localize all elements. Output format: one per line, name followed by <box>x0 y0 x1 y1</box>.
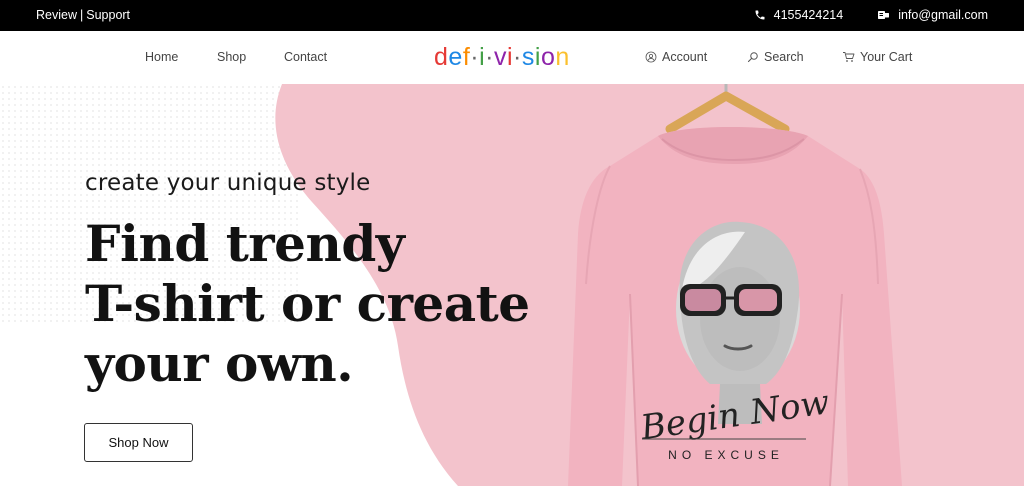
contact-info: 4155424214 info@gmail.com <box>754 8 988 22</box>
phone-icon <box>755 10 765 20</box>
logo-letter: · <box>513 43 522 71</box>
hero-tagline: create your unique style <box>85 170 371 196</box>
hero-section: create your unique style Find trendy T-s… <box>0 84 1024 486</box>
top-links: Review | Support <box>36 8 130 22</box>
phone-contact[interactable]: 4155424214 <box>754 8 844 22</box>
headline-line-2: T-shirt or create <box>85 274 530 333</box>
sweatshirt-product-image: Begin Now NO EXCUSE <box>568 84 902 486</box>
nav-search-label: Search <box>764 50 804 64</box>
nav-contact[interactable]: Contact <box>284 50 327 64</box>
nav-search[interactable]: Search <box>747 50 804 64</box>
logo-letter: · <box>470 43 480 71</box>
headline-line-1: Find trendy <box>85 214 405 273</box>
logo-letter: n <box>555 43 570 71</box>
logo-letter: f <box>462 43 471 71</box>
logo-letter: s <box>521 43 535 71</box>
nav-account[interactable]: Account <box>645 50 707 64</box>
nav-account-label: Account <box>662 50 708 64</box>
hero-headline: Find trendy T-shirt or create your own. <box>85 214 530 394</box>
email-address: info@gmail.com <box>898 8 988 22</box>
print-caption: NO EXCUSE <box>668 448 784 462</box>
email-contact[interactable]: info@gmail.com <box>877 8 988 22</box>
top-bar: Review | Support 4155424214 info@gmail.com <box>0 0 1024 31</box>
top-separator: | <box>80 8 84 22</box>
shop-now-button[interactable]: Shop Now <box>84 423 193 462</box>
email-card-icon <box>878 11 890 19</box>
phone-number: 4155424214 <box>773 8 844 22</box>
hanger-icon <box>665 84 790 134</box>
logo-letter: o <box>540 43 556 71</box>
site-logo[interactable]: def·i·vi·sion <box>434 43 570 72</box>
nav-cart-label: Your Cart <box>860 50 913 64</box>
search-icon <box>747 52 758 63</box>
user-circle-icon <box>645 51 657 63</box>
support-link[interactable]: Support <box>86 8 130 22</box>
nav-cart[interactable]: Your Cart <box>842 50 912 64</box>
logo-letter: e <box>448 43 463 71</box>
nav-home[interactable]: Home <box>145 50 178 64</box>
logo-letter: d <box>434 43 449 71</box>
logo-letter: · <box>485 43 494 71</box>
headline-line-3: your own. <box>85 334 354 393</box>
review-link[interactable]: Review <box>36 8 77 22</box>
cart-icon <box>843 52 855 62</box>
main-nav: Home Shop Contact def·i·vi·sion Account … <box>0 31 1024 84</box>
logo-letter: v <box>493 43 507 71</box>
nav-shop[interactable]: Shop <box>217 50 246 64</box>
